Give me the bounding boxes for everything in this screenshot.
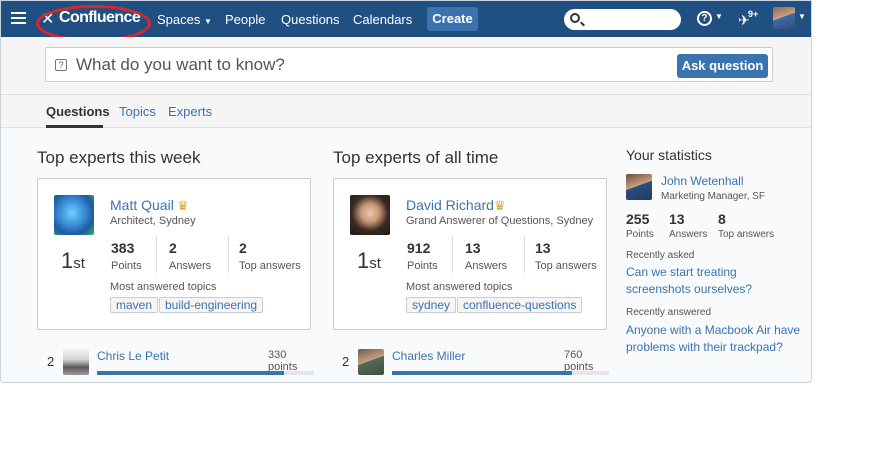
topic-tag[interactable]: confluence-questions xyxy=(457,297,583,313)
nav-people[interactable]: People xyxy=(225,12,265,27)
recently-asked-link[interactable]: Can we start treating screenshots oursel… xyxy=(626,264,776,298)
chevron-down-icon[interactable]: ▼ xyxy=(798,12,806,21)
expert-avatar[interactable] xyxy=(54,195,94,235)
runner-name[interactable]: Charles Miller xyxy=(392,349,465,363)
expert-name[interactable]: David Richard xyxy=(406,197,494,213)
divider xyxy=(228,236,229,273)
create-button[interactable]: Create xyxy=(427,7,478,31)
my-stat-points: 255 Points xyxy=(626,211,654,240)
search-input[interactable] xyxy=(564,9,681,30)
topic-tag[interactable]: maven xyxy=(110,297,159,313)
runner-rank: 2 xyxy=(47,354,55,369)
ask-bar: ? What do you want to know? Ask question xyxy=(1,37,811,95)
most-answered-topics-label: Most answered topics xyxy=(110,281,217,293)
expert-avatar[interactable] xyxy=(350,195,390,235)
tab-experts[interactable]: Experts xyxy=(168,104,212,119)
runner-rank: 2 xyxy=(342,354,350,369)
alltime-top-expert-card: David Richard ♛ Grand Answerer of Questi… xyxy=(333,178,607,330)
expert-rank: 1st xyxy=(357,248,381,273)
notification-badge: 9+ xyxy=(747,9,760,19)
tab-questions[interactable]: Questions xyxy=(46,104,110,119)
crown-icon: ♛ xyxy=(177,198,189,213)
topic-tag[interactable]: build-engineering xyxy=(159,297,264,313)
progress-fill xyxy=(392,371,573,375)
section-tabs: Questions Topics Experts xyxy=(1,95,811,128)
expert-role: Architect, Sydney xyxy=(110,215,196,227)
runner-name[interactable]: Chris Le Petit xyxy=(97,349,169,363)
my-avatar[interactable] xyxy=(626,174,652,200)
help-icon[interactable]: ? xyxy=(697,11,712,26)
topic-tag[interactable]: sydney xyxy=(406,297,457,313)
stat-top-answers: 13 Top answers xyxy=(535,240,597,272)
tab-topics[interactable]: Topics xyxy=(119,104,156,119)
ask-question-button[interactable]: Ask question xyxy=(677,54,768,78)
divider xyxy=(156,236,157,273)
stat-points: 912 Points xyxy=(407,240,438,272)
runner-progress-bar xyxy=(392,371,609,375)
expert-role: Grand Answerer of Questions, Sydney xyxy=(406,215,594,227)
my-stat-answers: 13 Answers xyxy=(669,211,708,240)
your-statistics-title: Your statistics xyxy=(626,147,712,163)
recently-answered-label: Recently answered xyxy=(626,307,712,318)
runner-points: 330 points xyxy=(268,349,298,373)
stat-answers: 2 Answers xyxy=(169,240,212,272)
week-top-expert-card: Matt Quail ♛ Architect, Sydney 1st 383 P… xyxy=(37,178,311,330)
nav-questions[interactable]: Questions xyxy=(281,12,340,27)
week-runner-up: 2 Chris Le Petit 330 points xyxy=(47,349,317,379)
stat-top-answers: 2 Top answers xyxy=(239,240,301,272)
ask-question-field[interactable]: ? What do you want to know? Ask question xyxy=(45,47,773,82)
runner-avatar[interactable] xyxy=(358,349,384,375)
nav-calendars[interactable]: Calendars xyxy=(353,12,412,27)
week-section-title: Top experts this week xyxy=(37,148,201,167)
recently-asked-label: Recently asked xyxy=(626,250,695,261)
active-tab-indicator xyxy=(46,125,103,128)
ask-question-input[interactable]: What do you want to know? xyxy=(76,55,285,75)
menu-icon[interactable] xyxy=(11,12,26,25)
recently-answered-link[interactable]: Anyone with a Macbook Air have problems … xyxy=(626,322,811,356)
crown-icon: ♛ xyxy=(494,198,506,213)
confluence-window: ✕ Confluence Spaces ▼ People Questions C… xyxy=(0,0,812,383)
chevron-down-icon: ▼ xyxy=(204,17,212,26)
expert-rank: 1st xyxy=(61,248,85,273)
my-role: Marketing Manager, SF xyxy=(661,191,765,202)
alltime-runner-up: 2 Charles Miller 760 points xyxy=(342,349,612,379)
runner-avatar[interactable] xyxy=(63,349,89,375)
progress-fill xyxy=(97,371,284,375)
alltime-section-title: Top experts of all time xyxy=(333,148,499,167)
question-icon: ? xyxy=(55,59,67,71)
runner-progress-bar xyxy=(97,371,314,375)
chevron-down-icon[interactable]: ▼ xyxy=(715,12,723,21)
my-name[interactable]: John Wetenhall xyxy=(661,174,744,188)
my-stat-top-answers: 8 Top answers xyxy=(718,211,775,240)
expert-name[interactable]: Matt Quail xyxy=(110,197,174,213)
stat-points: 383 Points xyxy=(111,240,142,272)
search-icon xyxy=(570,13,580,23)
nav-spaces[interactable]: Spaces ▼ xyxy=(157,12,212,27)
stat-answers: 13 Answers xyxy=(465,240,508,272)
runner-points: 760 points xyxy=(564,349,594,373)
divider xyxy=(524,236,525,273)
user-avatar[interactable] xyxy=(773,7,795,29)
most-answered-topics-label: Most answered topics xyxy=(406,281,513,293)
top-navigation-bar: ✕ Confluence Spaces ▼ People Questions C… xyxy=(1,1,811,42)
divider xyxy=(452,236,453,273)
